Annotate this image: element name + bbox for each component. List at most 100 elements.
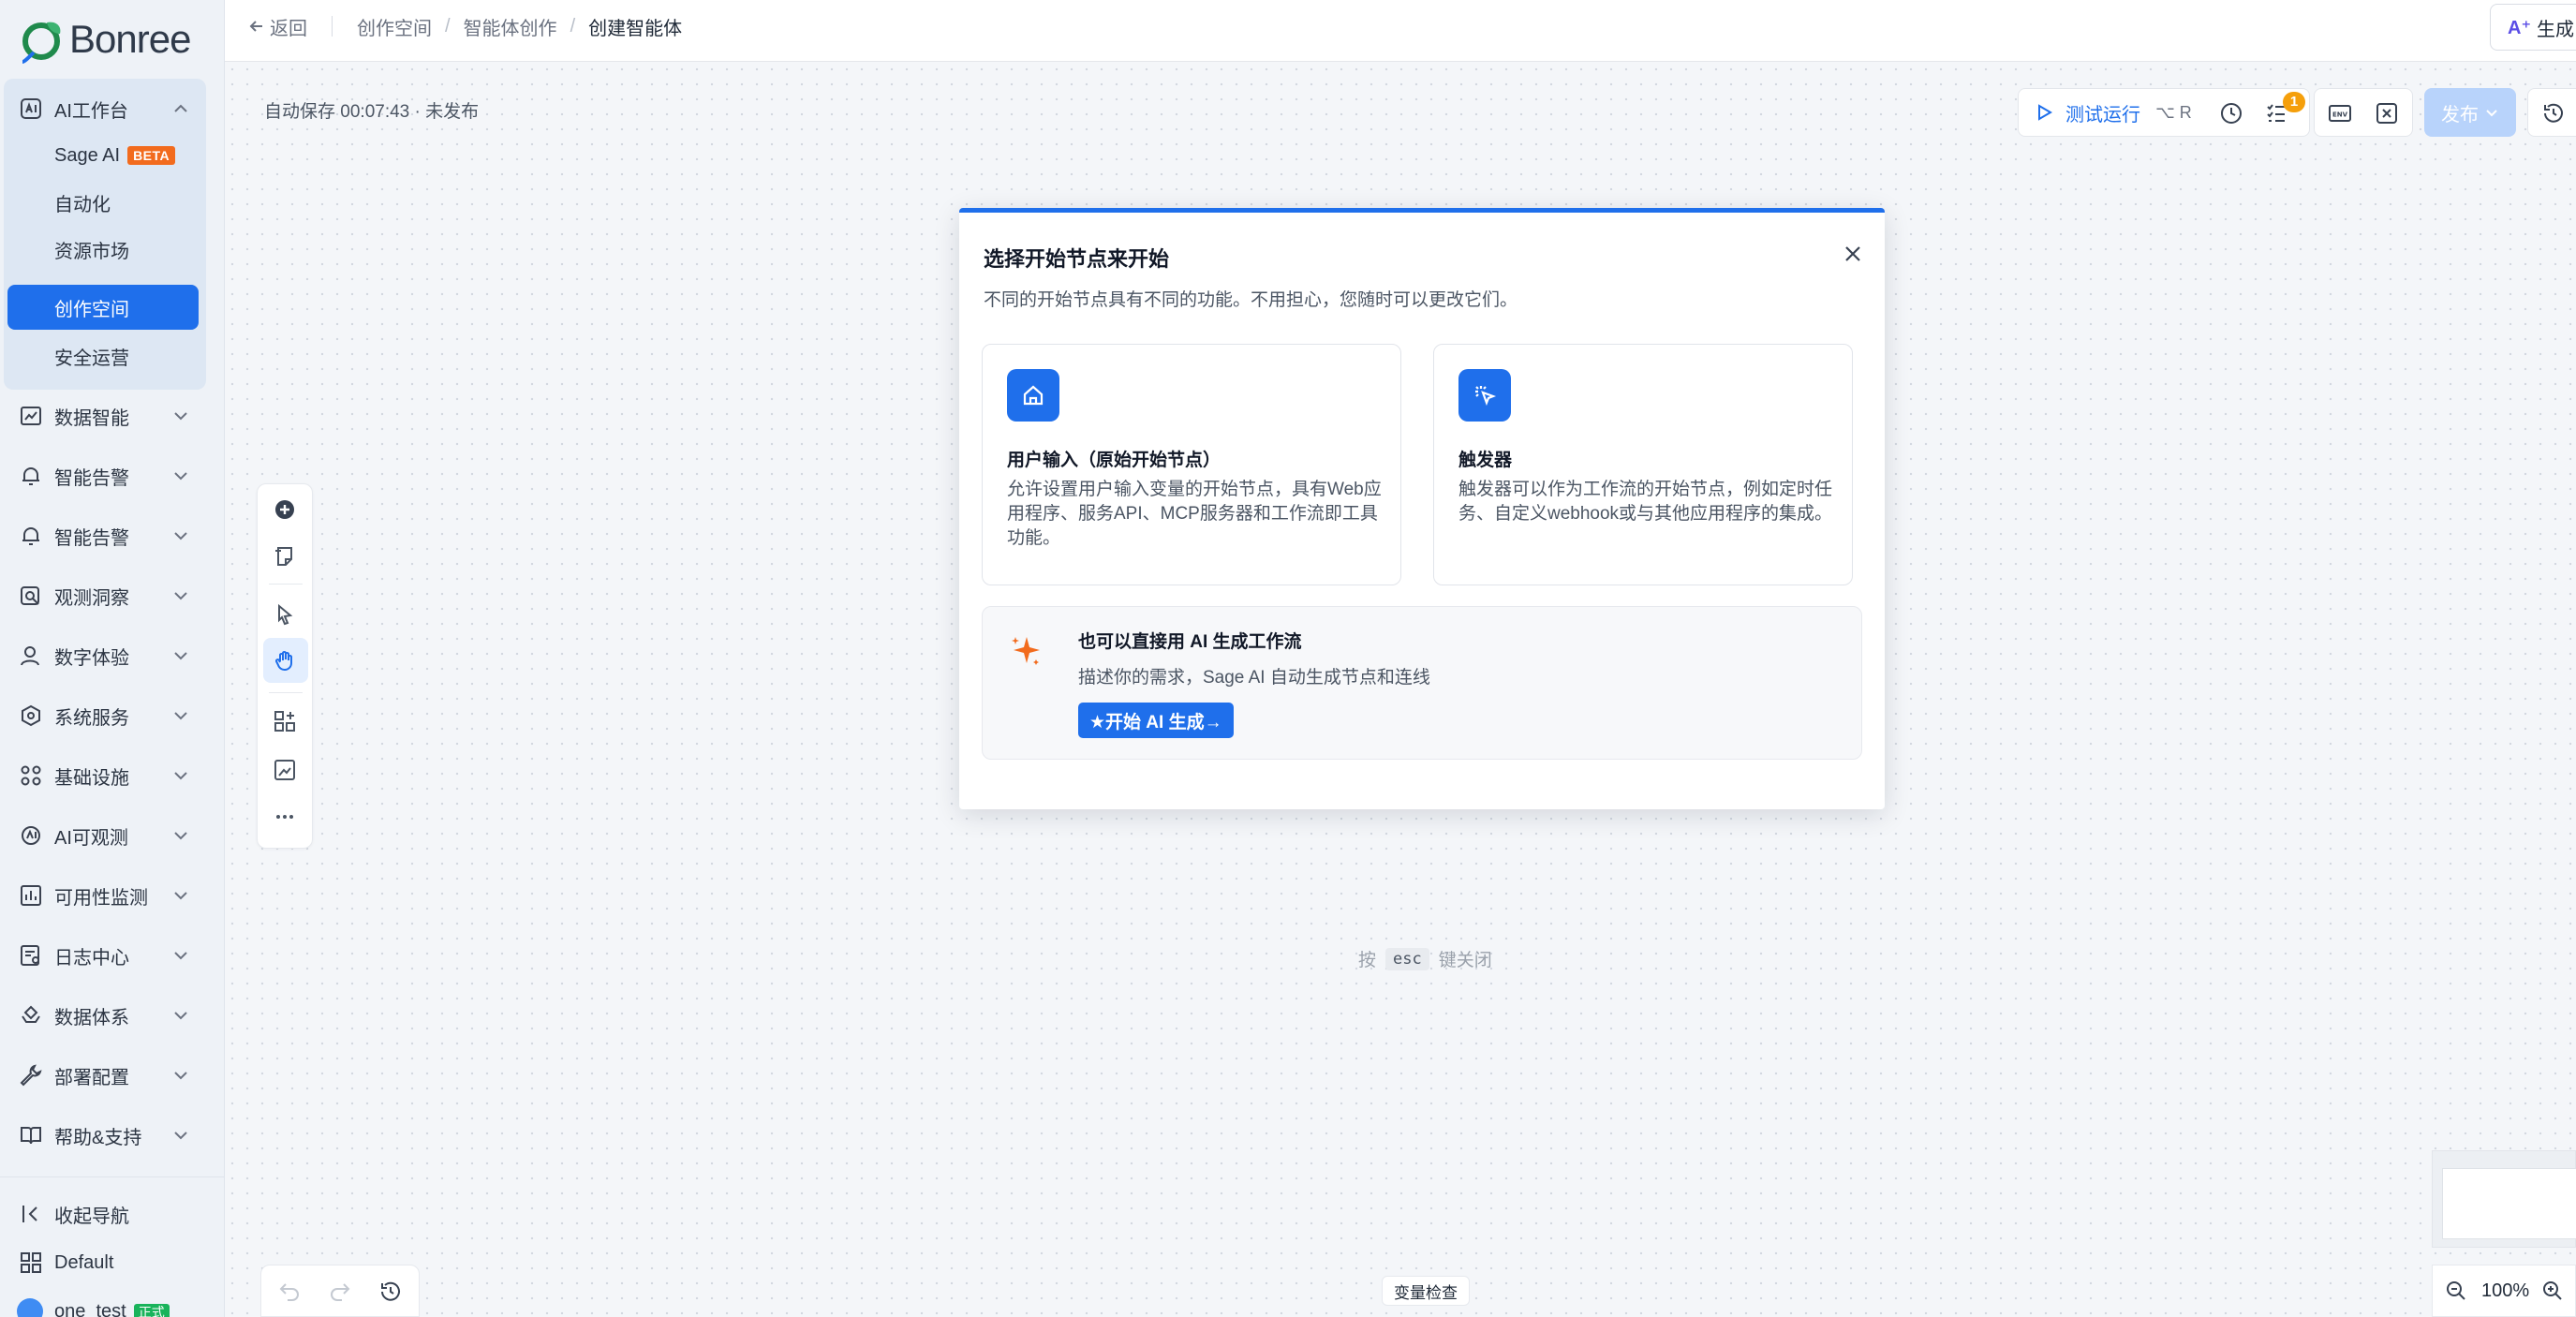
dialog-subtitle: 不同的开始节点具有不同的功能。不用担心，您随时可以更改它们。	[984, 290, 1518, 310]
chevron-down-icon	[174, 952, 187, 960]
bonree-logo-icon	[22, 22, 61, 64]
variable-check-button[interactable]: 变量检查	[1382, 1276, 1470, 1306]
sidebar-item-resource-market[interactable]: 资源市场	[7, 227, 199, 272]
nav-label: 数据智能	[54, 407, 129, 429]
brand-logo[interactable]: Bonree	[19, 15, 191, 64]
chevron-down-icon	[174, 772, 187, 780]
image-export-icon[interactable]	[271, 756, 299, 784]
search-icon	[21, 586, 39, 605]
stats-icon[interactable]	[2219, 101, 2243, 126]
nav-label: 智能告警	[54, 467, 129, 489]
workspace-switcher[interactable]: Default	[0, 1240, 225, 1285]
card-description: 允许设置用户输入变量的开始节点，具有Web应用程序、服务API、MCP服务器和工…	[1007, 480, 1382, 548]
nav-help-support[interactable]: 帮助&支持	[0, 1113, 225, 1158]
esc-hint-after: 键关闭	[1438, 951, 1492, 970]
redo-icon[interactable]	[327, 1279, 353, 1305]
close-icon[interactable]	[1840, 241, 1866, 267]
esc-key: esc	[1385, 947, 1429, 970]
nav-label: 系统服务	[54, 707, 129, 729]
start-ai-generate-button[interactable]: ★开始 AI 生成→	[1078, 703, 1234, 738]
back-button[interactable]: 返回	[247, 13, 307, 40]
nav-smart-alert[interactable]: 智能告警	[0, 453, 225, 498]
history-icon[interactable]	[378, 1279, 404, 1305]
publish-button[interactable]: 发布	[2424, 88, 2516, 137]
undo-icon[interactable]	[276, 1279, 303, 1305]
sidebar-item-automation[interactable]: 自动化	[7, 180, 199, 225]
sidebar-footer	[0, 1176, 225, 1177]
nav-label: 可用性监测	[54, 887, 148, 909]
sidebar-item-security-ops[interactable]: 安全运营	[7, 333, 199, 378]
user-icon	[21, 646, 39, 666]
sidebar-item-label: 资源市场	[54, 241, 129, 262]
chevron-down-icon	[174, 892, 187, 900]
nav-log-center[interactable]: 日志中心	[0, 933, 225, 978]
user-menu[interactable]: one_test 正式	[0, 1289, 225, 1317]
nav-infrastructure[interactable]: 基础设施	[0, 753, 225, 798]
nav-data-system[interactable]: 数据体系	[0, 993, 225, 1038]
add-node-icon[interactable]	[271, 496, 299, 524]
alert-icon	[22, 527, 39, 545]
nav-ai-workbench[interactable]: AI工作台	[0, 86, 225, 131]
history-icon	[2544, 103, 2563, 123]
sidebar-item-sage-ai[interactable]: Sage AI BETA	[7, 133, 199, 178]
sidebar-item-label: Sage AI	[54, 144, 121, 166]
nav-deploy-config[interactable]: 部署配置	[0, 1053, 225, 1098]
chevron-down-icon	[174, 532, 187, 540]
minimap-viewport[interactable]	[2442, 1168, 2576, 1239]
breadcrumb: 返回 创作空间 / 智能体创作 / 创建智能体	[247, 0, 682, 52]
nav-smart-alert-2[interactable]: 智能告警	[0, 513, 225, 558]
minimap[interactable]	[2432, 1150, 2576, 1248]
ai-panel-title: 也可以直接用 AI 生成工作流	[1078, 632, 1302, 652]
nav-label: 帮助&支持	[54, 1127, 142, 1148]
wrench-icon	[20, 1064, 42, 1087]
nav-system-service[interactable]: 系统服务	[0, 693, 225, 738]
sidebar-item-label: 安全运营	[54, 348, 129, 369]
collapse-nav-button[interactable]: 收起导航	[0, 1191, 225, 1236]
breadcrumb-creation-space[interactable]: 创作空间	[357, 13, 432, 40]
ai-workbench-icon	[21, 98, 41, 119]
breadcrumb-agent-creation[interactable]: 智能体创作	[464, 13, 557, 40]
pointer-icon[interactable]	[271, 600, 299, 629]
variables-icon[interactable]	[2375, 101, 2399, 126]
trigger-tile	[1458, 369, 1511, 422]
beta-badge: BETA	[127, 146, 176, 165]
cursor-click-icon	[1475, 386, 1497, 407]
home-icon	[1023, 385, 1044, 406]
arrow-left-icon	[249, 21, 262, 32]
env-icon[interactable]: ENV	[2328, 101, 2352, 126]
sidebar: Bonree AI工作台 Sage AI BETA 自动化 资源市场 创作空间 …	[0, 0, 225, 1317]
start-option-trigger[interactable]: 触发器 触发器可以作为工作流的开始节点，例如定时任务、自定义webhook或与其…	[1433, 344, 1853, 585]
ai-generate-button[interactable]: A⁺ 生成	[2490, 4, 2576, 51]
infra-icon	[21, 765, 41, 786]
hand-icon[interactable]	[271, 646, 299, 674]
log-icon	[21, 945, 39, 966]
user-input-tile	[1007, 369, 1059, 422]
sidebar-item-creation-space[interactable]: 创作空间	[7, 285, 199, 330]
env-toolbar: ENV	[2314, 88, 2413, 137]
collapse-nav-label: 收起导航	[54, 1206, 129, 1227]
chevron-up-icon	[174, 104, 187, 112]
nav-observe-insight[interactable]: 观测洞察	[0, 573, 225, 618]
nav-ai-observability[interactable]: AI可观测	[0, 813, 225, 858]
nav-data-intelligence[interactable]: 数据智能	[0, 393, 225, 438]
add-note-icon[interactable]	[271, 542, 299, 570]
nav-label: 智能告警	[54, 527, 129, 549]
zoom-out-icon[interactable]	[2444, 1279, 2468, 1303]
zoom-level[interactable]: 100%	[2481, 1280, 2529, 1302]
nav-label: 基础设施	[54, 767, 129, 789]
more-icon[interactable]	[271, 803, 299, 831]
start-option-user-input[interactable]: 用户输入（原始开始节点） 允许设置用户输入变量的开始节点，具有Web应用程序、服…	[982, 344, 1401, 585]
layout-icon[interactable]	[271, 707, 299, 735]
version-history-button[interactable]	[2527, 88, 2576, 137]
workspace-label: Default	[54, 1251, 114, 1273]
nav-digital-experience[interactable]: 数字体验	[0, 633, 225, 678]
checklist-button[interactable]: 1	[2264, 92, 2305, 126]
nav-label: 部署配置	[54, 1067, 129, 1088]
zoom-in-icon[interactable]	[2540, 1279, 2565, 1303]
chevron-down-icon	[174, 1012, 187, 1020]
avatar	[17, 1298, 43, 1317]
nav-availability-monitor[interactable]: 可用性监测	[0, 873, 225, 918]
back-label: 返回	[270, 18, 307, 39]
ai-generate-panel: 也可以直接用 AI 生成工作流 描述你的需求，Sage AI 自动生成节点和连线…	[982, 606, 1862, 760]
nav-label: AI可观测	[54, 827, 128, 849]
